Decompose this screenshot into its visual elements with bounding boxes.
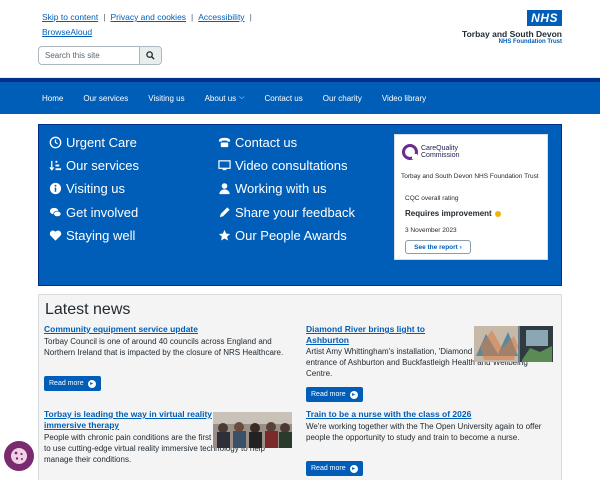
news-article-title[interactable]: Community equipment service update (44, 324, 294, 335)
cookie-icon (11, 448, 27, 464)
clock-icon (49, 136, 62, 149)
see-report-label: See the report (414, 243, 458, 251)
nav-our-charity[interactable]: Our charity (323, 94, 362, 103)
latest-news-heading: Latest news (45, 301, 131, 318)
cqc-rating-label: CQC overall rating (405, 195, 459, 202)
nav-home[interactable]: Home (42, 94, 63, 103)
read-more-label: Read more (311, 391, 346, 398)
search-button[interactable] (139, 47, 161, 64)
nav-our-services[interactable]: Our services (83, 94, 128, 103)
chat-icon (49, 206, 62, 219)
arrow-right-icon: ▸ (87, 379, 96, 388)
cqc-rating-text: Requires improvement (405, 209, 492, 218)
trust-subtitle: NHS Foundation Trust (498, 39, 562, 45)
sort-icon (49, 159, 62, 172)
cqc-logo-mark-icon (402, 144, 418, 160)
read-more-button[interactable]: Read more ▸ (44, 376, 101, 391)
cqc-logo-line1: CareQuality (421, 145, 458, 152)
rating-status-dot-icon (494, 210, 501, 217)
site-header: Skip to content | Privacy and cookies | Acce… (0, 0, 600, 78)
quick-link-urgent-care[interactable]: Urgent Care (49, 135, 137, 150)
quick-link-video-consultations[interactable]: Video consultations (218, 158, 348, 173)
quick-link-get-involved[interactable]: Get involved (49, 205, 138, 220)
news-article-title[interactable]: Diamond River brings light to Ashburton (306, 324, 466, 346)
privacy-link[interactable]: Privacy and cookies (110, 12, 186, 22)
quick-link-visiting-us[interactable]: Visiting us (49, 181, 125, 196)
nav-contact-us[interactable]: Contact us (264, 94, 302, 103)
site-search: Search this site (38, 46, 162, 65)
info-icon (49, 182, 62, 195)
quick-link-share-feedback[interactable]: Share your feedback (218, 205, 355, 220)
arrow-right-icon: ▸ (349, 464, 358, 473)
trust-logo[interactable]: NHS Torbay and South Devon NHS Foundatio… (442, 9, 562, 45)
quick-link-contact-us[interactable]: Contact us (218, 135, 297, 150)
cqc-logo-line2: Commission (421, 152, 460, 159)
nav-about-us[interactable]: About us ⌵ (205, 94, 245, 103)
quick-link-our-services[interactable]: Our services (49, 158, 139, 173)
user-icon (218, 182, 231, 195)
skip-to-content-link[interactable]: Skip to content (42, 12, 98, 22)
see-report-button[interactable]: See the report › (405, 240, 471, 254)
trust-name: Torbay and South Devon (462, 29, 562, 39)
search-icon (146, 51, 155, 60)
quick-link-people-awards[interactable]: Our People Awards (218, 228, 347, 243)
search-input[interactable]: Search this site (39, 51, 139, 60)
skip-links: Skip to content | Privacy and cookies | Acce… (42, 12, 252, 37)
nav-visiting-us[interactable]: Visiting us (148, 94, 184, 103)
news-article-image[interactable] (213, 412, 292, 448)
chevron-right-icon: › (459, 243, 462, 251)
cqc-rating-date: 3 November 2023 (405, 227, 457, 234)
read-more-label: Read more (49, 380, 84, 387)
star-icon (218, 229, 231, 242)
quick-link-working-with-us[interactable]: Working with us (218, 181, 327, 196)
quick-link-staying-well[interactable]: Staying well (49, 228, 135, 243)
accessibility-link[interactable]: Accessibility (198, 12, 244, 22)
cqc-rating-widget: CareQuality Commission Torbay and South D… (394, 134, 548, 260)
nav-video-library[interactable]: Video library (382, 94, 426, 103)
main-nav: Home Our services Visiting us About us ⌵ … (0, 78, 600, 114)
chevron-down-icon: ⌵ (239, 94, 245, 101)
news-article-title[interactable]: Train to be a nurse with the class of 20… (306, 409, 556, 420)
heart-icon (49, 229, 62, 242)
cookie-settings-button[interactable] (4, 441, 34, 471)
pencil-icon (218, 206, 231, 219)
cqc-logo: CareQuality Commission (401, 143, 460, 161)
read-more-label: Read more (311, 465, 346, 472)
news-article-title[interactable]: Torbay is leading the way in virtual rea… (44, 409, 212, 431)
cqc-rating-value: Requires improvement (405, 209, 501, 218)
browsealoud-link[interactable]: BrowseAloud (42, 27, 92, 37)
phone-icon (218, 136, 231, 149)
monitor-icon (218, 159, 231, 172)
news-article-text: We're working together with the The Open… (306, 422, 542, 442)
news-article-text: Torbay Council is one of around 40 counc… (44, 337, 284, 357)
news-article-image[interactable] (474, 326, 553, 362)
nav-about-us-label: About us (204, 93, 237, 103)
read-more-button[interactable]: Read more ▸ (306, 387, 363, 402)
arrow-right-icon: ▸ (349, 390, 358, 399)
nhs-logo: NHS (527, 10, 562, 26)
cqc-organisation: Torbay and South Devon NHS Foundation Tr… (401, 173, 539, 180)
read-more-button[interactable]: Read more ▸ (306, 461, 363, 476)
